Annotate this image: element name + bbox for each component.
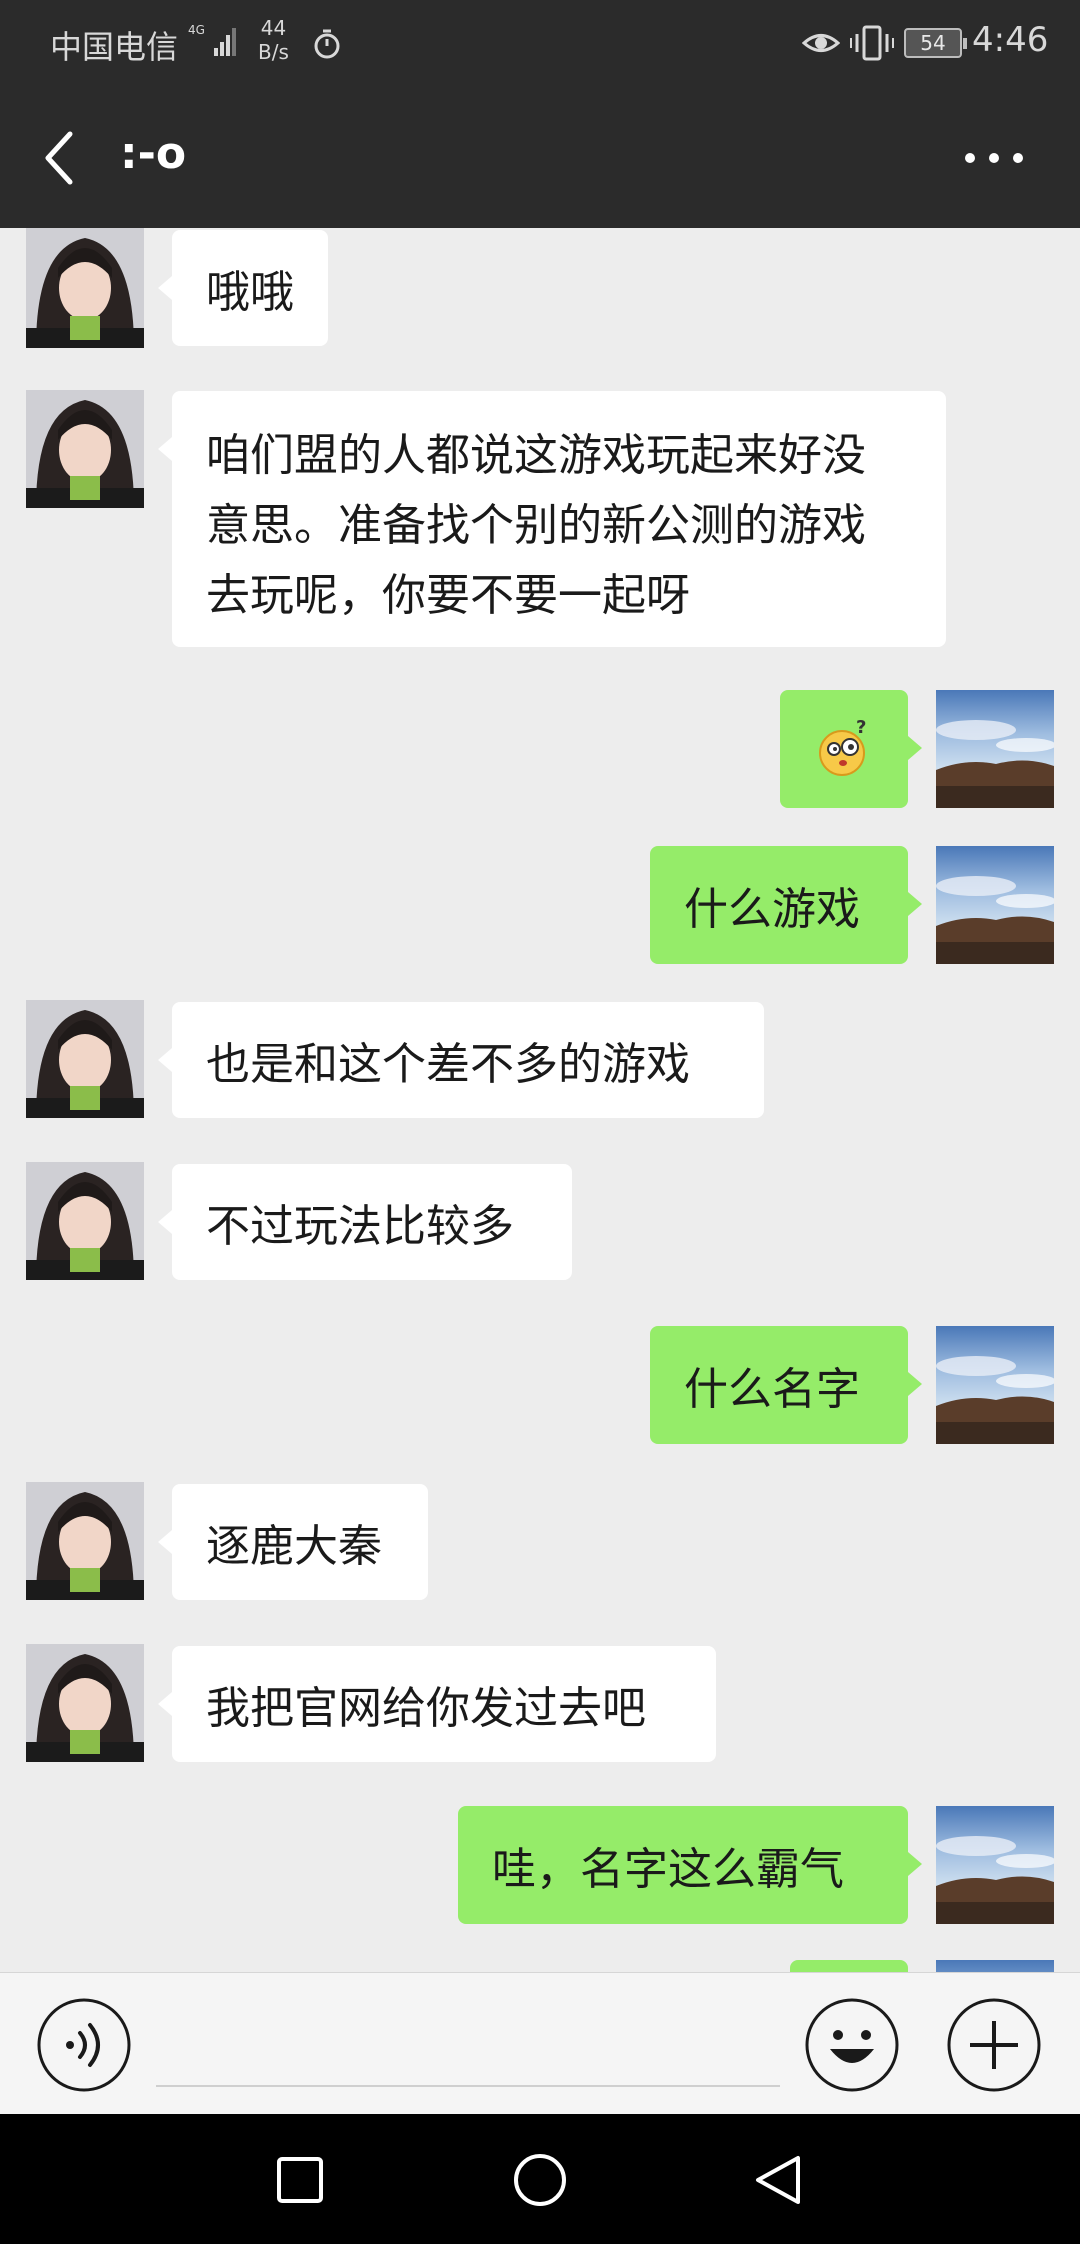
message-line: 意思。准备找个别的新公测的游戏 <box>206 500 866 551</box>
message-bubble-sent[interactable]: 什么游戏 <box>650 846 922 964</box>
contact-avatar[interactable] <box>26 1000 144 1118</box>
contact-avatar[interactable] <box>26 228 144 348</box>
message-bubble-received[interactable]: 不过玩法比较多 <box>158 1164 572 1280</box>
recent-apps-icon[interactable] <box>276 2156 324 2204</box>
message-bubble-sent[interactable]: ? <box>780 690 922 808</box>
network-type-label: 4G <box>188 23 205 37</box>
network-speed-value: 44 <box>260 16 287 40</box>
message-bubble-received[interactable]: 哦哦 <box>158 230 328 346</box>
home-icon[interactable] <box>512 2152 568 2208</box>
message-text: 咱们盟的人都说这游戏玩起来好没 意思。准备找个别的新公测的游戏 去玩呢，你要不要… <box>206 421 866 631</box>
chat-input-bar <box>0 1972 1080 2114</box>
message-text: 哇，名字这么霸气 <box>492 1844 844 1895</box>
message-bubble-received[interactable]: 我把官网给你发过去吧 <box>158 1646 716 1762</box>
message-text: 什么游戏 <box>684 884 860 935</box>
vibrate-icon <box>850 25 894 61</box>
back-arrow-icon[interactable] <box>40 128 80 188</box>
more-options-icon[interactable] <box>962 138 1026 178</box>
signal-icon: 4G <box>188 23 236 56</box>
message-line: 咱们盟的人都说这游戏玩起来好没 <box>206 430 866 481</box>
contact-avatar[interactable] <box>26 1644 144 1762</box>
message-text: 也是和这个差不多的游戏 <box>206 1039 690 1090</box>
chat-title: :-o <box>120 128 187 179</box>
message-text: 逐鹿大秦 <box>206 1521 382 1572</box>
my-avatar[interactable] <box>936 1960 1054 1972</box>
status-bar: 中国电信 4G 44 B/s 54 4:46 <box>0 0 1080 88</box>
message-text: 我把官网给你发过去吧 <box>206 1683 646 1734</box>
message-bubble-received[interactable]: 也是和这个差不多的游戏 <box>158 1002 764 1118</box>
message-text: 哦哦 <box>206 267 294 318</box>
contact-avatar[interactable] <box>26 1162 144 1280</box>
message-input[interactable] <box>156 2003 780 2087</box>
system-navigation-bar <box>0 2114 1080 2244</box>
network-speed-unit: B/s <box>258 40 289 64</box>
message-bubble-sent[interactable]: 哇，名字这么霸气 <box>458 1806 922 1924</box>
svg-text:?: ? <box>856 719 866 738</box>
message-text: 什么名字 <box>684 1364 860 1415</box>
contact-avatar[interactable] <box>26 1482 144 1600</box>
chat-header: :-o <box>0 88 1080 228</box>
emoji-icon[interactable] <box>804 1997 900 2093</box>
message-bubble-received[interactable]: 咱们盟的人都说这游戏玩起来好没 意思。准备找个别的新公测的游戏 去玩呢，你要不要… <box>158 391 946 647</box>
message-bubble-received[interactable]: 逐鹿大秦 <box>158 1484 428 1600</box>
message-text: 不过玩法比较多 <box>206 1201 514 1252</box>
my-avatar[interactable] <box>936 1806 1054 1924</box>
battery-indicator: 54 <box>904 28 967 58</box>
my-avatar[interactable] <box>936 846 1054 964</box>
nav-back-icon[interactable] <box>752 2154 804 2206</box>
voice-input-icon[interactable] <box>36 1997 132 2093</box>
plus-icon[interactable] <box>946 1997 1042 2093</box>
clock: 4:46 <box>972 20 1049 60</box>
message-line: 去玩呢，你要不要一起呀 <box>206 570 690 621</box>
carrier-name: 中国电信 <box>50 28 179 66</box>
my-avatar[interactable] <box>936 690 1054 808</box>
message-list[interactable]: 哦哦 咱们盟的人都说这游戏玩起来好没 意思。准备找个别的新公测的游戏 去玩呢，你… <box>0 228 1080 1972</box>
contact-avatar[interactable] <box>26 390 144 508</box>
network-speed: 44 B/s <box>258 16 289 64</box>
eye-icon <box>802 34 840 52</box>
message-bubble-sent[interactable] <box>790 1960 908 1972</box>
confused-face-emoji-icon: ? <box>819 719 866 776</box>
my-avatar[interactable] <box>936 1326 1054 1444</box>
message-bubble-sent[interactable]: 什么名字 <box>650 1326 922 1444</box>
timer-icon <box>314 29 340 59</box>
